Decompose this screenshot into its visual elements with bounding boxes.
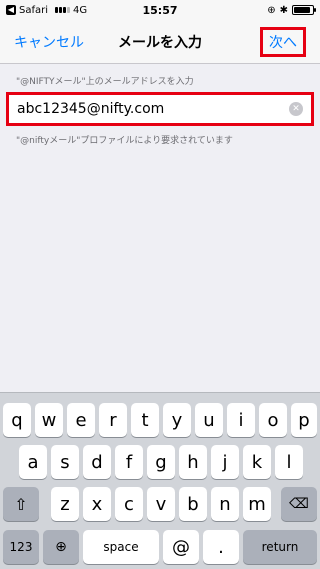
battery-fill [294, 7, 311, 13]
key-n[interactable]: n [211, 487, 239, 521]
status-left: ◀ Safari 4G [6, 5, 87, 16]
key-c[interactable]: c [115, 487, 143, 521]
at-key[interactable]: @ [163, 530, 199, 564]
network-label: 4G [73, 4, 88, 16]
email-input[interactable]: abc12345@nifty.com [17, 101, 289, 117]
email-field-label: "@NIFTYメール"上のメールアドレスを入力 [16, 77, 194, 87]
key-g[interactable]: g [147, 445, 175, 479]
key-i[interactable]: i [227, 403, 255, 437]
key-h[interactable]: h [179, 445, 207, 479]
keyboard: q w e r t y u i o p a s d f g h j k l ⇧ … [0, 392, 320, 569]
key-s[interactable]: s [51, 445, 79, 479]
delete-key[interactable]: ⌫ [281, 487, 317, 521]
globe-icon: ⊕ [55, 539, 67, 555]
space-key[interactable]: space [83, 530, 159, 564]
key-q[interactable]: q [3, 403, 31, 437]
key-v[interactable]: v [147, 487, 175, 521]
status-bar: ◀ Safari 4G 15:57 ⊕ ✱ [0, 0, 320, 20]
shift-icon: ⇧ [14, 494, 28, 514]
key-f[interactable]: f [115, 445, 143, 479]
key-r[interactable]: r [99, 403, 127, 437]
email-field-footer: "@niftyメール"プロファイルにより要求されています [16, 136, 233, 146]
key-b[interactable]: b [179, 487, 207, 521]
key-o[interactable]: o [259, 403, 287, 437]
key-e[interactable]: e [67, 403, 95, 437]
key-p[interactable]: p [291, 403, 317, 437]
signal-icon [55, 7, 71, 13]
clear-icon[interactable]: ✕ [289, 102, 303, 116]
email-field[interactable]: abc12345@nifty.com ✕ [6, 92, 314, 126]
globe-key[interactable]: ⊕ [43, 530, 79, 564]
key-t[interactable]: t [131, 403, 159, 437]
rotation-lock-icon: ⊕ [267, 4, 276, 16]
key-m[interactable]: m [243, 487, 271, 521]
key-a[interactable]: a [19, 445, 47, 479]
cancel-button[interactable]: キャンセル [14, 32, 84, 52]
key-j[interactable]: j [211, 445, 239, 479]
shift-key[interactable]: ⇧ [3, 487, 39, 521]
back-arrow-icon[interactable]: ◀ [6, 5, 16, 15]
key-x[interactable]: x [83, 487, 111, 521]
key-z[interactable]: z [51, 487, 79, 521]
key-k[interactable]: k [243, 445, 271, 479]
back-app-label[interactable]: Safari [19, 5, 48, 16]
key-l[interactable]: l [275, 445, 303, 479]
status-right: ⊕ ✱ [267, 4, 316, 16]
return-key[interactable]: return [243, 530, 317, 564]
key-u[interactable]: u [195, 403, 223, 437]
next-button[interactable]: 次へ [260, 26, 306, 57]
nav-bar: キャンセル メールを入力 次へ [0, 20, 320, 64]
key-w[interactable]: w [35, 403, 63, 437]
key-d[interactable]: d [83, 445, 111, 479]
numbers-key[interactable]: 123 [3, 530, 39, 564]
delete-icon: ⌫ [289, 496, 309, 512]
dot-key[interactable]: . [203, 530, 239, 564]
battery-icon [292, 5, 316, 15]
bluetooth-icon: ✱ [279, 4, 288, 16]
key-y[interactable]: y [163, 403, 191, 437]
